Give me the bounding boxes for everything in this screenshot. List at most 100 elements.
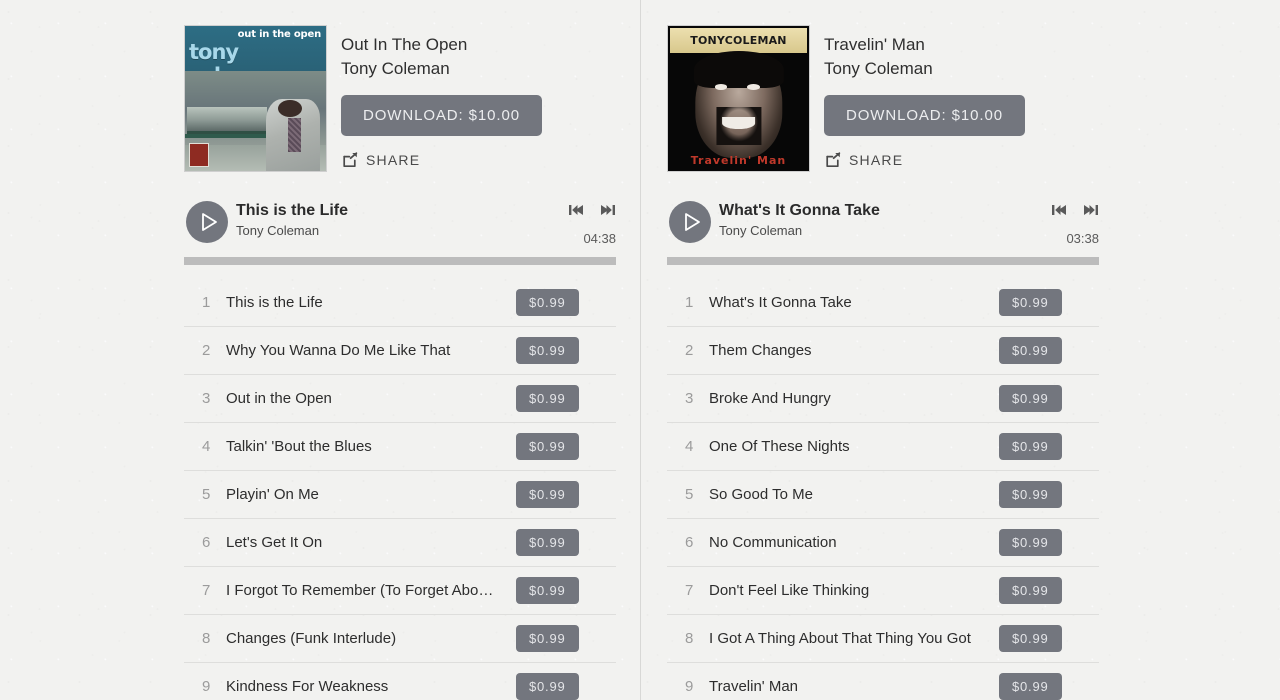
table-row[interactable]: 6 No Communication $0.99	[667, 519, 1099, 567]
buy-track-button[interactable]: $0.99	[516, 433, 579, 460]
audio-player: This is the Life Tony Coleman 04:38	[184, 201, 616, 265]
buy-track-button[interactable]: $0.99	[516, 289, 579, 316]
track-title: Travelin' Man	[709, 678, 799, 695]
album-columns: out in the open tony coleman	[0, 0, 1280, 700]
album-cover-art[interactable]: TONYCOLEMAN Travelin' Man	[667, 25, 810, 172]
table-row[interactable]: 8 I Got A Thing About That Thing You Got…	[667, 615, 1099, 663]
page-root: out in the open tony coleman	[0, 0, 1280, 700]
buy-track-button[interactable]: $0.99	[999, 529, 1062, 556]
track-duration: 04:38	[583, 231, 616, 246]
table-row[interactable]: 2 Why You Wanna Do Me Like That $0.99	[184, 327, 616, 375]
cover-scene	[185, 70, 326, 171]
cover-figure-head	[278, 99, 303, 117]
track-number: 8	[202, 630, 211, 647]
table-row[interactable]: 5 So Good To Me $0.99	[667, 471, 1099, 519]
play-icon	[202, 213, 217, 231]
track-title: Let's Get It On	[226, 534, 323, 551]
buy-track-button[interactable]: $0.99	[516, 481, 579, 508]
previous-track-icon	[569, 205, 583, 215]
table-row[interactable]: 7 Don't Feel Like Thinking $0.99	[667, 567, 1099, 615]
track-title: No Communication	[709, 534, 837, 551]
table-row[interactable]: 2 Them Changes $0.99	[667, 327, 1099, 375]
play-icon	[685, 213, 700, 231]
buy-track-button[interactable]: $0.99	[999, 577, 1062, 604]
track-duration: 03:38	[1066, 231, 1099, 246]
buy-track-button[interactable]: $0.99	[516, 673, 579, 700]
track-number: 1	[685, 294, 694, 311]
track-title: Why You Wanna Do Me Like That	[226, 342, 451, 359]
buy-track-button[interactable]: $0.99	[516, 529, 579, 556]
play-button[interactable]	[669, 201, 711, 243]
album-meta: Out In The Open Tony Coleman DOWNLOAD: $…	[341, 25, 616, 168]
play-button[interactable]	[186, 201, 228, 243]
track-number: 2	[202, 342, 211, 359]
buy-track-button[interactable]: $0.99	[999, 673, 1062, 700]
previous-track-button[interactable]	[568, 203, 585, 217]
buy-track-button[interactable]: $0.99	[516, 625, 579, 652]
share-button[interactable]: SHARE	[341, 152, 433, 168]
track-number: 3	[685, 390, 694, 407]
now-playing-info: What's It Gonna Take Tony Coleman	[719, 200, 880, 240]
progress-bar[interactable]	[184, 257, 616, 265]
table-row[interactable]: 1 This is the Life $0.99	[184, 279, 616, 327]
album-title: Travelin' Man	[824, 35, 925, 54]
buy-track-button[interactable]: $0.99	[999, 337, 1062, 364]
table-row[interactable]: 4 One Of These Nights $0.99	[667, 423, 1099, 471]
buy-track-button[interactable]: $0.99	[999, 433, 1062, 460]
track-number: 1	[202, 294, 211, 311]
album-artist: Tony Coleman	[341, 59, 450, 78]
buy-track-button[interactable]: $0.99	[516, 337, 579, 364]
download-album-button[interactable]: DOWNLOAD: $10.00	[341, 95, 542, 136]
table-row[interactable]: 9 Travelin' Man $0.99	[667, 663, 1099, 700]
track-list-1: 1 This is the Life $0.99 2 Why You Wanna…	[184, 279, 616, 700]
track-title: So Good To Me	[709, 486, 813, 503]
album-header: TONYCOLEMAN Travelin' Man Travelin' Man …	[667, 25, 1099, 173]
cover-portrait-hair	[693, 50, 784, 89]
now-playing-title: This is the Life	[236, 202, 349, 219]
buy-track-button[interactable]: $0.99	[516, 385, 579, 412]
share-label: SHARE	[849, 152, 904, 168]
table-row[interactable]: 1 What's It Gonna Take $0.99	[667, 279, 1099, 327]
cover-artist-text: TONYCOLEMAN	[690, 33, 787, 47]
table-row[interactable]: 6 Let's Get It On $0.99	[184, 519, 616, 567]
next-track-button[interactable]	[1082, 203, 1099, 217]
previous-track-button[interactable]	[1051, 203, 1068, 217]
buy-track-button[interactable]: $0.99	[999, 385, 1062, 412]
table-row[interactable]: 5 Playin' On Me $0.99	[184, 471, 616, 519]
progress-bar[interactable]	[667, 257, 1099, 265]
track-number: 9	[202, 678, 211, 695]
track-number: 4	[685, 438, 694, 455]
track-title: One Of These Nights	[709, 438, 850, 455]
album-cover-art[interactable]: out in the open tony coleman	[184, 25, 327, 172]
cover-title-text: Travelin' Man	[690, 154, 787, 167]
table-row[interactable]: 3 Broke And Hungry $0.99	[667, 375, 1099, 423]
track-title: I Got A Thing About That Thing You Got	[709, 630, 971, 647]
cover-portrait-smile	[721, 117, 756, 129]
next-track-icon	[1084, 205, 1098, 215]
share-button[interactable]: SHARE	[824, 152, 916, 168]
now-playing-artist: Tony Coleman	[236, 223, 320, 238]
table-row[interactable]: 4 Talkin' 'Bout the Blues $0.99	[184, 423, 616, 471]
track-title: Them Changes	[709, 342, 812, 359]
track-title: What's It Gonna Take	[709, 294, 852, 311]
cover-subtitle-text: out in the open	[237, 29, 322, 40]
table-row[interactable]: 3 Out in the Open $0.99	[184, 375, 616, 423]
album-meta: Travelin' Man Tony Coleman DOWNLOAD: $10…	[824, 25, 1099, 168]
table-row[interactable]: 8 Changes (Funk Interlude) $0.99	[184, 615, 616, 663]
table-row[interactable]: 7 I Forgot To Remember (To Forget Abo… $…	[184, 567, 616, 615]
track-title: I Forgot To Remember (To Forget Abo…	[226, 582, 494, 599]
track-number: 6	[202, 534, 211, 551]
next-track-button[interactable]	[599, 203, 616, 217]
track-number: 5	[202, 486, 211, 503]
buy-track-button[interactable]: $0.99	[999, 289, 1062, 316]
buy-track-button[interactable]: $0.99	[999, 481, 1062, 508]
track-list-2: 1 What's It Gonna Take $0.99 2 Them Chan…	[667, 279, 1099, 700]
buy-track-button[interactable]: $0.99	[516, 577, 579, 604]
table-row[interactable]: 9 Kindness For Weakness $0.99	[184, 663, 616, 700]
buy-track-button[interactable]: $0.99	[999, 625, 1062, 652]
cover-figure-tie	[287, 117, 301, 152]
track-title: Don't Feel Like Thinking	[709, 582, 870, 599]
album-column-2: TONYCOLEMAN Travelin' Man Travelin' Man …	[640, 0, 1280, 700]
next-track-icon	[601, 205, 615, 215]
download-album-button[interactable]: DOWNLOAD: $10.00	[824, 95, 1025, 136]
